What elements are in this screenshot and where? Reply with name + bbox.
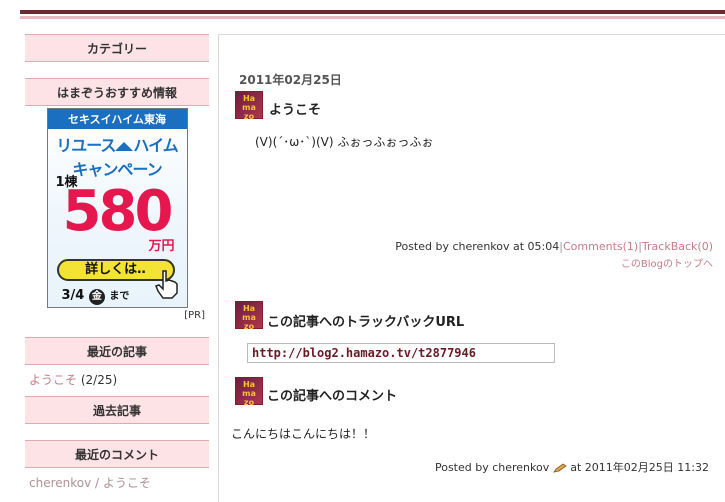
comment-author: Posted by cherenkov	[434, 461, 550, 474]
past-posts-heading: 過去記事	[25, 396, 209, 424]
recent-posts-heading: 最近の記事	[25, 337, 209, 365]
hamazo-icon: Ha ma zo	[235, 91, 263, 121]
recommend-heading: はまぞうおすすめ情報	[25, 78, 209, 106]
ad-banner[interactable]: セキスイハイム東海 リユース ハイム キャンペーン 1棟 580 万円 詳しくは‥…	[46, 108, 188, 308]
pr-label: [PR]	[184, 310, 205, 321]
banner-reuse: リユース	[56, 136, 116, 155]
banner-price-unit: 万円	[148, 239, 175, 254]
hamazo-icon: Ha ma zo	[235, 377, 263, 407]
blog-top-link[interactable]: このBlogのトップへ	[621, 255, 713, 270]
recent-comment-link[interactable]: cherenkov / ようこそ	[29, 476, 151, 490]
post-author: Posted by cherenkov at 05:04	[395, 240, 560, 253]
hand-pointer-icon	[154, 270, 178, 299]
comments-link[interactable]: Comments(1)	[563, 240, 638, 253]
recent-post-date: (2/25)	[80, 373, 118, 387]
post-body: (V)(´･ω･`)(V) ふぉっふぉっふぉ	[255, 135, 434, 149]
banner-campaign-line1: リユース ハイム	[48, 132, 187, 156]
comment-time: at 2011年02月25日 11:32	[570, 461, 709, 474]
recent-post-item: ようこそ (2/25)	[25, 365, 209, 394]
banner-company: セキスイハイム東海	[47, 109, 187, 129]
categories-heading: カテゴリー	[25, 34, 209, 62]
hamazo-icon: Ha ma zo	[235, 301, 263, 331]
pencil-icon	[552, 463, 567, 473]
recent-comments-heading: 最近のコメント	[25, 440, 209, 468]
post-title[interactable]: ようこそ	[269, 99, 321, 118]
friday-badge: 金	[88, 289, 105, 305]
banner-haimu: ハイム	[133, 136, 178, 155]
post-footer: Posted by cherenkov at 05:04|Comments(1)…	[395, 240, 713, 253]
banner-deadline: 3/4 金 まで	[61, 288, 130, 305]
trackback-heading: この記事へのトラックバックURL	[267, 315, 465, 330]
post-date: 2011年02月25日	[239, 73, 342, 87]
comment-text: こんにちはこんにちは！！	[231, 427, 376, 441]
header-bar-light	[20, 16, 725, 19]
comments-heading: この記事へのコメント	[267, 389, 398, 404]
main-content: 2011年02月25日 Ha ma zo ようこそ (V)(´･ω･`)(V) …	[218, 34, 725, 502]
recent-post-link[interactable]: ようこそ	[29, 373, 77, 387]
header-bar-dark	[20, 10, 725, 14]
comment-footer: Posted by cherenkov at 2011年02月25日 11:32	[435, 459, 709, 475]
recent-comment-item: cherenkov / ようこそ	[25, 468, 209, 497]
trackback-link[interactable]: TrackBack(0)	[642, 240, 713, 253]
trackback-url-field[interactable]: http://blog2.hamazo.tv/t2877946	[247, 343, 555, 363]
house-roof-icon	[115, 142, 134, 151]
sidebar: カテゴリー はまぞうおすすめ情報 セキスイハイム東海 リユース ハイム キャンペー…	[25, 34, 209, 497]
